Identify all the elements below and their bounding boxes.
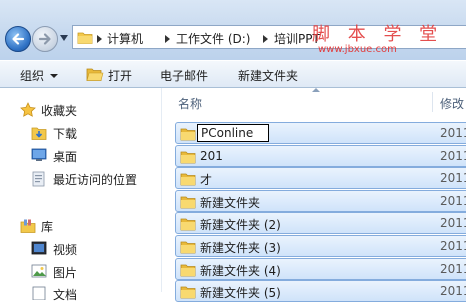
- folder-icon: [180, 128, 196, 141]
- sort-ascending-icon: [312, 88, 320, 92]
- file-row[interactable]: 新建文件夹 (2) 2011: [175, 212, 466, 235]
- breadcrumb-separator-icon[interactable]: [165, 35, 170, 43]
- library-icon: [20, 219, 36, 233]
- file-name: 才: [200, 173, 213, 188]
- folder-icon: [180, 264, 196, 276]
- watermark-url: www.jbxue.com: [318, 44, 397, 55]
- folder-icon: [180, 286, 196, 299]
- recent-places-icon: [32, 171, 45, 187]
- file-row[interactable]: 新建文件夹 2011: [175, 189, 466, 212]
- breadcrumb-computer[interactable]: 计算机: [107, 30, 143, 47]
- file-row[interactable]: 新建文件夹 (3) 2011: [175, 235, 466, 257]
- column-header-row: 名称 修改: [162, 88, 466, 114]
- folder-icon: [180, 196, 196, 209]
- file-row[interactable]: 新建文件夹 (4) 2011: [175, 257, 466, 280]
- file-modified-date: 2011: [440, 171, 466, 186]
- file-row[interactable]: 新建文件夹 (5) 2011: [175, 280, 466, 303]
- nav-documents[interactable]: 文档: [53, 286, 77, 303]
- nav-desktop[interactable]: 桌面: [53, 148, 77, 165]
- new-folder-button[interactable]: 新建文件夹: [238, 67, 298, 84]
- nav-libraries[interactable]: 库: [41, 218, 53, 235]
- breadcrumb-drive-d[interactable]: 工作文件 (D:): [176, 30, 250, 47]
- star-icon: [20, 102, 36, 117]
- watermark-text: 脚 本 学 堂: [312, 24, 444, 45]
- organize-button[interactable]: 组织: [20, 67, 59, 84]
- file-name: 新建文件夹 (5): [200, 286, 281, 301]
- file-row[interactable]: PConline 2011: [175, 122, 466, 144]
- file-name: 201: [200, 148, 223, 163]
- navigation-pane: 收藏夹 下载 桌面 最近访问的位置 库 视频 图片 文档: [0, 88, 161, 302]
- recent-pages-dropdown-icon[interactable]: [60, 35, 68, 41]
- file-modified-date: 2011: [440, 216, 466, 231]
- open-folder-icon: [86, 68, 104, 81]
- file-modified-date: 2011: [440, 126, 466, 140]
- file-name: 新建文件夹 (2): [200, 218, 281, 233]
- file-list-pane: 名称 修改 PConline20112012011才2011新建文件夹2011新…: [161, 88, 466, 303]
- forward-arrow-icon: [38, 33, 51, 45]
- file-modified-date: 2011: [440, 239, 466, 253]
- documents-library-icon: [32, 286, 46, 300]
- nav-pictures[interactable]: 图片: [53, 264, 77, 281]
- downloads-icon: [31, 127, 47, 140]
- file-name: 新建文件夹 (4): [200, 263, 281, 278]
- folder-icon: [77, 32, 93, 44]
- open-button[interactable]: 打开: [108, 67, 132, 84]
- column-header-name[interactable]: 名称: [178, 95, 202, 112]
- column-divider[interactable]: [432, 92, 433, 112]
- nav-videos[interactable]: 视频: [53, 241, 77, 258]
- email-button[interactable]: 电子邮件: [160, 67, 208, 84]
- video-library-icon: [31, 241, 47, 255]
- breadcrumb-separator-icon[interactable]: [97, 35, 102, 43]
- file-modified-date: 2011: [440, 148, 466, 163]
- file-row[interactable]: 201 2011: [175, 144, 466, 167]
- folder-icon: [180, 151, 196, 163]
- folder-icon: [180, 241, 196, 254]
- address-bar: 计算机 工作文件 (D:) 培训PPT 脚 本 学 堂 www.jbxue.co…: [0, 0, 466, 60]
- file-name: 新建文件夹: [200, 195, 261, 210]
- file-row[interactable]: 才 2011: [175, 167, 466, 190]
- organize-label: 组织: [20, 69, 45, 83]
- file-name: 新建文件夹 (3): [200, 241, 281, 255]
- nav-favorites[interactable]: 收藏夹: [41, 102, 77, 119]
- desktop-icon: [31, 148, 47, 161]
- column-header-date[interactable]: 修改: [440, 95, 464, 112]
- back-arrow-icon: [12, 33, 25, 45]
- chevron-down-icon: [50, 74, 59, 78]
- back-button[interactable]: [5, 26, 31, 52]
- folder-icon: [180, 173, 196, 186]
- folder-icon: [180, 218, 196, 231]
- command-toolbar: 组织 打开 电子邮件 新建文件夹: [0, 60, 466, 88]
- nav-downloads[interactable]: 下载: [53, 125, 77, 142]
- pictures-library-icon: [31, 264, 47, 278]
- file-modified-date: 2011: [440, 193, 466, 208]
- file-modified-date: 2011: [440, 261, 466, 276]
- forward-button[interactable]: [32, 26, 58, 52]
- rename-input[interactable]: PConline: [197, 124, 269, 142]
- nav-recent-places[interactable]: 最近访问的位置: [53, 171, 137, 188]
- breadcrumb-separator-icon[interactable]: [263, 35, 268, 43]
- file-modified-date: 2011: [440, 284, 466, 299]
